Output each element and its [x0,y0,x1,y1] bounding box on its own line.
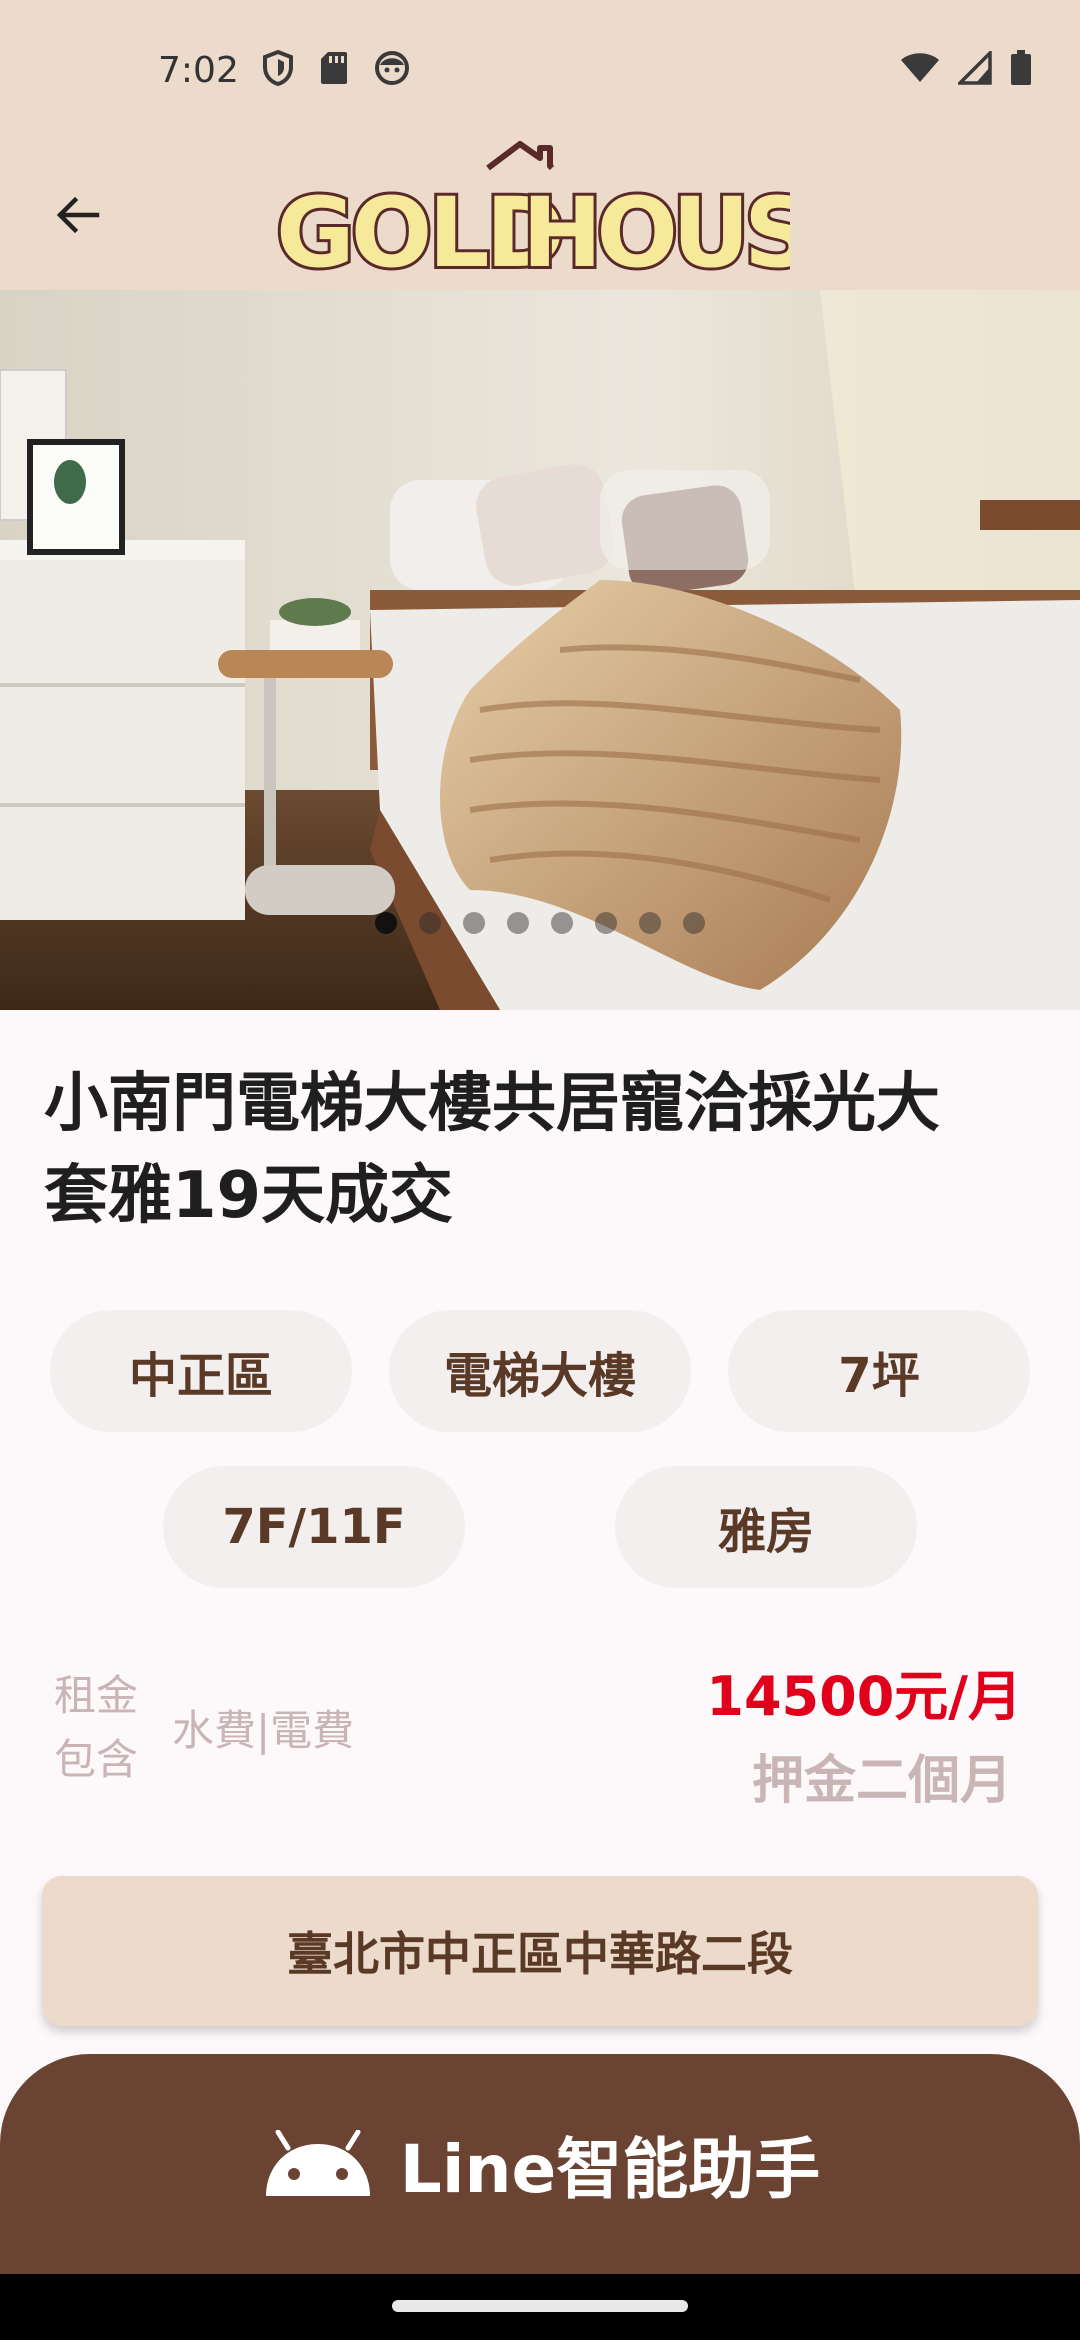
address-button[interactable]: 臺北市中正區中華路二段 [42,1876,1038,2026]
line-assistant-label: Line智能助手 [399,2131,821,2208]
listing-photo-gallery[interactable] [0,290,1080,1010]
status-icons-left [262,50,410,86]
status-bar: 7:02 [0,0,1080,140]
monthly-price: 14500元/月 [706,1665,1022,1728]
status-icons-right [900,50,1032,86]
shield-icon [262,50,294,86]
deposit-terms: 押金二個月 [751,1751,1012,1811]
rent-includes-value: 水費|電費 [172,1706,355,1755]
gallery-dot[interactable] [419,912,441,934]
rent-label-line1: 租金 [54,1671,139,1720]
tag-room-type: 雅房 [615,1466,917,1588]
gallery-dot[interactable] [375,912,397,934]
tag-building-type: 電梯大樓 [389,1310,691,1432]
gallery-dot[interactable] [463,912,485,934]
tag-floor: 7F/11F [163,1466,465,1588]
tag-district: 中正區 [50,1310,352,1432]
screen: 7:02 GOLD HOUS 小南門電梯大樓共居寵洽採光大 套雅19天成交 中正… [0,0,1080,2340]
rent-label-line2: 包含 [54,1735,139,1784]
rent-includes-label: 租金 包含 [54,1664,154,1792]
gallery-dot[interactable] [507,912,529,934]
app-bar: GOLD HOUSE [0,140,1080,292]
status-time: 7:02 [158,50,239,91]
home-gesture-handle[interactable] [392,2300,688,2312]
gallery-dot[interactable] [683,912,705,934]
signal-icon [958,51,992,85]
sim-card-icon [320,51,348,85]
gallery-dot[interactable] [639,912,661,934]
logo-text-gold: GOLD [276,177,561,289]
logo-text-house: HOUSE [522,177,790,289]
listing-title-line1: 小南門電梯大樓共居寵洽採光大 [44,1067,940,1141]
gallery-dot[interactable] [595,912,617,934]
tag-size: 7坪 [728,1310,1030,1432]
arrow-left-icon [56,196,100,234]
battery-icon [1010,50,1032,86]
wifi-icon [900,52,940,84]
gold-house-logo: GOLD HOUSE [270,140,876,292]
bedroom-photo [0,290,1080,1010]
system-navigation-bar [0,2274,1080,2340]
face-icon [374,50,410,86]
line-assistant-button[interactable]: Line智能助手 [0,2054,1080,2274]
gallery-page-indicator [375,912,705,934]
back-button[interactable] [44,182,110,248]
listing-title-line2: 套雅19天成交 [44,1159,454,1233]
android-icon [265,2130,370,2196]
gallery-dot[interactable] [551,912,573,934]
listing-title: 小南門電梯大樓共居寵洽採光大 套雅19天成交 [44,1058,1044,1242]
